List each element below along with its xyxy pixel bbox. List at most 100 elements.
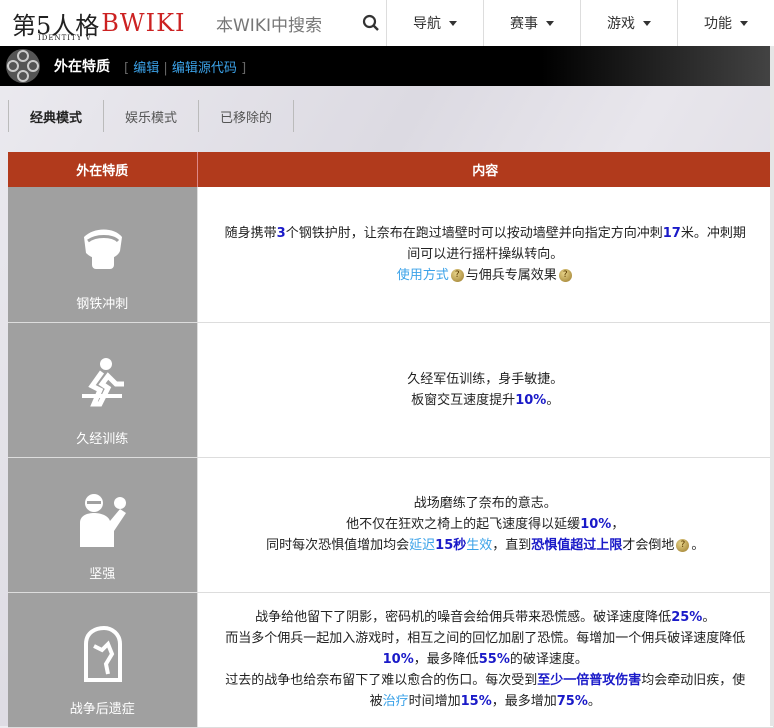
content-text: 他不仅在狂欢之椅上的起飞速度得以延缓: [346, 517, 581, 532]
bracket: ]: [241, 60, 247, 76]
content-line: 过去的战争也给奈布留下了难以愈合的伤口。每次受到至少一倍普攻伤害均会牵动旧疾，使…: [224, 670, 748, 712]
content-text: 同时每次恐惧值增加均会: [266, 538, 410, 553]
content-text: 时间增加: [408, 694, 461, 709]
nav-functions[interactable]: 功能: [677, 0, 774, 46]
edit-links: [ 编辑 | 编辑源代码 ]: [124, 57, 246, 76]
content-text: 。: [587, 694, 601, 709]
trait-content: 战场磨练了奈布的意志。他不仅在狂欢之椅上的起飞速度得以延缓10%， 同时每次恐惧值…: [197, 457, 774, 593]
content-text: 。: [691, 538, 705, 553]
steel-elbow-icon: [8, 219, 197, 279]
highlight-value: 17: [662, 225, 681, 241]
content-text: 过去的战争也给奈布留下了难以愈合的伤口。每次受到: [225, 673, 538, 688]
content-text: ，: [611, 517, 625, 532]
table-row: 久经训练 久经军伍训练，身手敏捷。板窗交互速度提升10%。: [8, 322, 774, 458]
edit-link[interactable]: 编辑: [133, 61, 159, 76]
nav-label: 赛事: [510, 16, 538, 32]
nav-events[interactable]: 赛事: [483, 0, 580, 46]
content-text: 而当多个佣兵一起加入游戏时，相互之间的回忆加剧了恐慌。每增加一个佣兵破译速度降低: [225, 631, 746, 646]
trait-content: 随身携带3个钢铁护肘，让奈布在跑过墙壁时可以按动墙壁并向指定方向冲刺17米。冲刺…: [197, 187, 774, 323]
nav-label: 功能: [704, 16, 732, 32]
bracket: [: [124, 60, 130, 76]
content-line: 同时每次恐惧值增加均会延迟15秒生效，直到恐惧值超过上限才会倒地?。: [224, 535, 748, 556]
header-content: 内容: [197, 152, 774, 187]
site-logo[interactable]: 第5人格 BWIKI IDENTITY V: [0, 0, 190, 46]
content-line: 随身携带3个钢铁护肘，让奈布在跑过墙壁时可以按动墙壁并向指定方向冲刺17米。冲刺…: [224, 223, 748, 265]
table-row: 战争后遗症 战争给他留下了阴影，密码机的噪音会给佣兵带来恐慌感。破译速度降低25%…: [8, 592, 774, 728]
content-text: 久经军伍训练，身手敏捷。: [407, 371, 564, 387]
nav-label: 导航: [413, 16, 441, 32]
highlight-value: 15%: [460, 694, 492, 709]
traits-table: 外在特质 内容 钢铁冲刺 随身携带3个钢铁护肘，让奈布在跑过墙壁时可以按动墙壁并向指…: [8, 152, 774, 728]
content-text: 战争给他留下了阴影，密码机的噪音会给佣兵带来恐慌感。破译速度降低: [255, 610, 672, 625]
highlight-value: 10%: [382, 652, 414, 667]
content-line: 使用方式? 与佣兵专属效果?: [224, 265, 748, 286]
trait-cell[interactable]: 久经训练: [8, 322, 198, 458]
content-line: 而当多个佣兵一起加入游戏时，相互之间的回忆加剧了恐慌。每增加一个佣兵破译速度降低…: [224, 628, 748, 670]
trait-name: 久经训练: [76, 431, 129, 447]
content-link[interactable]: 使用方式: [397, 268, 449, 283]
tombstone-icon: [8, 624, 197, 684]
trait-cell[interactable]: 钢铁冲刺: [8, 187, 198, 323]
chevron-down-icon: [740, 20, 748, 26]
content-link[interactable]: 治疗: [383, 694, 409, 709]
highlight-value: 25%: [671, 610, 703, 625]
highlight-value: 55%: [478, 652, 510, 667]
trait-content: 久经军伍训练，身手敏捷。板窗交互速度提升10%。: [197, 322, 774, 458]
chevron-down-icon: [449, 20, 457, 26]
scrollbar[interactable]: [770, 46, 774, 726]
trait-cell[interactable]: 战争后遗症: [8, 592, 198, 728]
content-line: 久经军伍训练，身手敏捷。: [224, 369, 748, 390]
highlight-value[interactable]: 至少一倍普攻伤害: [537, 673, 641, 688]
chevron-down-icon: [643, 20, 651, 26]
highlight-value: 10%: [580, 517, 612, 532]
content-text: ，最多增加: [491, 694, 557, 709]
trait-name: 坚强: [89, 566, 116, 582]
nav-game[interactable]: 游戏: [580, 0, 677, 46]
highlight-value: 3: [276, 225, 286, 241]
content-text: 。: [702, 610, 716, 625]
content-text: 的破译速度。: [509, 652, 588, 667]
highlight-value: 75%: [556, 694, 588, 709]
help-icon[interactable]: ?: [676, 539, 690, 552]
content-line: 战场磨练了奈布的意志。: [224, 493, 748, 514]
content-line: 板窗交互速度提升10%。: [224, 390, 748, 411]
search-input[interactable]: 本WIKI中搜索: [216, 11, 356, 36]
highlight-value[interactable]: 恐惧值超过上限: [531, 538, 622, 553]
highlight-value: 15秒: [435, 538, 467, 553]
logo-sub: IDENTITY V: [38, 34, 92, 42]
trait-content: 战争给他留下了阴影，密码机的噪音会给佣兵带来恐慌感。破译速度降低25%。 而当多个…: [197, 592, 774, 728]
emblem-icon: [0, 46, 46, 86]
header-trait: 外在特质: [8, 152, 198, 187]
content-link[interactable]: 生效: [466, 538, 492, 553]
tab-removed[interactable]: 已移除的: [198, 100, 295, 132]
help-icon[interactable]: ?: [558, 268, 572, 282]
highlight-value: 10%: [515, 392, 547, 408]
table-row: 坚强 战场磨练了奈布的意志。他不仅在狂欢之椅上的起飞速度得以延缓10%， 同时每次恐…: [8, 457, 774, 593]
content-text: 随身携带: [224, 225, 277, 241]
content-text: ，直到: [492, 538, 532, 553]
content-line: 战争给他留下了阴影，密码机的噪音会给佣兵带来恐慌感。破译速度降低25%。: [224, 607, 748, 628]
nav-guide[interactable]: 导航: [386, 0, 483, 46]
edit-source-link[interactable]: 编辑源代码: [172, 61, 237, 76]
search-icon[interactable]: [356, 8, 386, 38]
content-text: 板窗交互速度提升: [411, 392, 516, 408]
chevron-down-icon: [546, 20, 554, 26]
strong-man-icon: [8, 489, 197, 549]
trait-name: 钢铁冲刺: [76, 296, 129, 312]
tab-entertainment[interactable]: 娱乐模式: [103, 100, 198, 132]
separator: |: [163, 60, 168, 76]
top-nav: 导航 赛事 游戏 功能: [386, 0, 774, 46]
content-link[interactable]: 延迟: [409, 538, 435, 553]
help-icon[interactable]: ?: [450, 268, 464, 282]
nav-label: 游戏: [607, 16, 635, 32]
trait-cell[interactable]: 坚强: [8, 457, 198, 593]
logo-bwiki: BWIKI: [101, 9, 186, 37]
page-title: 外在特质: [54, 59, 110, 75]
content-text: 个钢铁护肘，让奈布在跑过墙壁时可以按动墙壁并向指定方向冲刺: [285, 225, 663, 241]
tab-classic[interactable]: 经典模式: [8, 100, 103, 132]
table-row: 钢铁冲刺 随身携带3个钢铁护肘，让奈布在跑过墙壁时可以按动墙壁并向指定方向冲刺17…: [8, 187, 774, 323]
content-text: ，最多降低: [413, 652, 479, 667]
trait-name: 战争后遗症: [69, 701, 135, 717]
vault-runner-icon: [8, 354, 197, 414]
content-text: 。: [546, 392, 560, 408]
